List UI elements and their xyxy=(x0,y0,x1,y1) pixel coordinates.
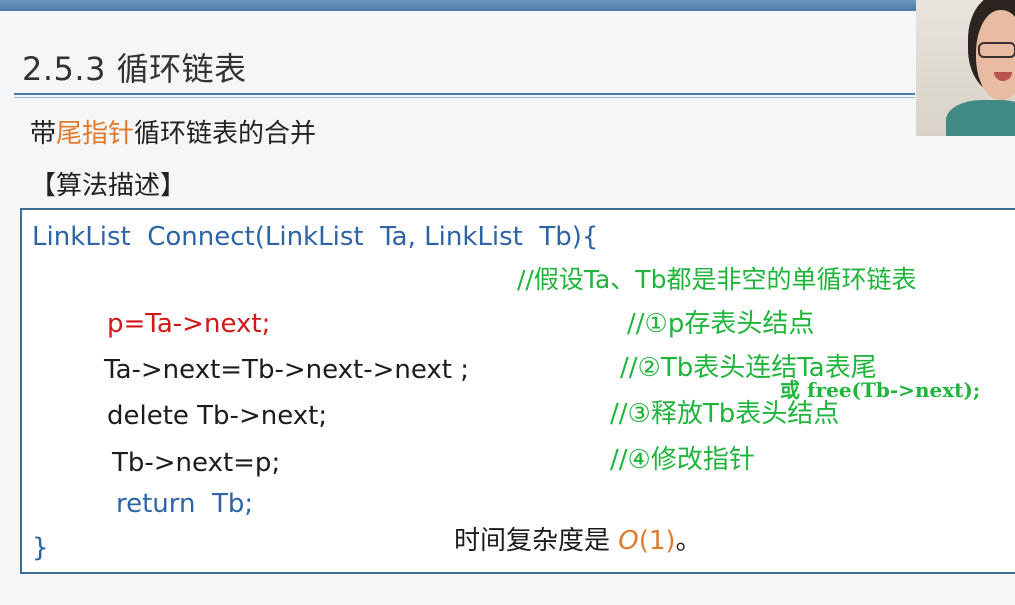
subtitle-pre: 带 xyxy=(30,119,57,149)
code-line-3: delete Tb->next; xyxy=(107,401,328,431)
slide-top-bar xyxy=(0,0,1015,11)
code-line-1: p=Ta->next; xyxy=(107,309,271,339)
code-line-4: Tb->next=p; xyxy=(112,448,281,478)
section-title: 2.5.3 循环链表 xyxy=(22,50,247,88)
code-line-5: return Tb; xyxy=(116,489,254,519)
presenter-webcam xyxy=(916,0,1015,136)
assumption-comment: //假设Ta、Tb都是非空的单循环链表 xyxy=(517,265,917,294)
complexity-note: 时间复杂度是 O(1)。 xyxy=(454,528,702,554)
slide-subtitle: 带尾指针循环链表的合并 xyxy=(30,113,316,150)
webcam-shirt xyxy=(946,100,1015,136)
code-alt-free: 或 free(Tb->next); xyxy=(780,378,981,402)
code-comment-3: //③释放Tb表头结点 xyxy=(610,399,840,429)
complexity-o: O xyxy=(618,526,639,556)
code-comment-4: //④修改指针 xyxy=(610,445,755,475)
code-comment-1: //①p存表头结点 xyxy=(627,309,815,339)
webcam-glasses xyxy=(978,42,1015,58)
complexity-label: 时间复杂度是 xyxy=(454,526,619,556)
complexity-n: (1) xyxy=(638,526,676,556)
title-divider-secondary xyxy=(14,97,915,98)
code-box: LinkList Connect(LinkList Ta, LinkList T… xyxy=(20,208,1015,574)
title-divider xyxy=(14,93,915,95)
complexity-end: 。 xyxy=(675,526,702,556)
code-signature: LinkList Connect(LinkList Ta, LinkList T… xyxy=(32,222,599,252)
subtitle-post: 循环链表的合并 xyxy=(134,119,317,149)
code-line-2: Ta->next=Tb->next->next ; xyxy=(104,355,470,385)
code-closing-brace: } xyxy=(32,533,49,563)
algorithm-label: 【算法描述】 xyxy=(30,171,187,201)
subtitle-accent: 尾指针 xyxy=(56,119,135,149)
